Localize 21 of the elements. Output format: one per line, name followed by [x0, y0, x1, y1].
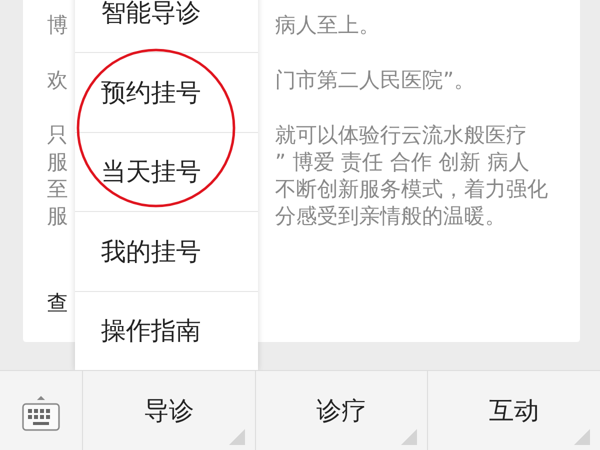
- article-text: 服: [47, 203, 68, 230]
- menu-item[interactable]: 智能导诊: [75, 0, 258, 52]
- corner-triangle-icon: [228, 429, 245, 445]
- corner-triangle-icon: [401, 429, 418, 445]
- article-text: 至: [47, 176, 68, 203]
- article-text: 不断创新服务模式，着力强化: [275, 176, 549, 203]
- menu-item[interactable]: 预约挂号: [75, 52, 258, 132]
- article-text: 只: [47, 122, 68, 149]
- article-link[interactable]: 查: [47, 288, 68, 320]
- article-text: 病人至上。: [275, 12, 381, 39]
- menu-item[interactable]: 我的挂号: [75, 211, 258, 291]
- article-text: 博: [47, 12, 68, 39]
- article-text: 就可以体验行云流水般医疗: [275, 122, 528, 149]
- menu-item[interactable]: 操作指南: [75, 290, 258, 370]
- article-text: ” 博爱 责任 合作 创新 病人: [275, 149, 530, 176]
- article-text: 服: [47, 149, 68, 176]
- corner-triangle-icon: [574, 429, 590, 445]
- menu-item[interactable]: 当天挂号: [75, 132, 258, 212]
- article-text: 分感受到亲情般的温暖。: [275, 203, 507, 230]
- article-text: 欢: [47, 67, 68, 94]
- article-text: 门市第二人民医院”。: [275, 67, 476, 94]
